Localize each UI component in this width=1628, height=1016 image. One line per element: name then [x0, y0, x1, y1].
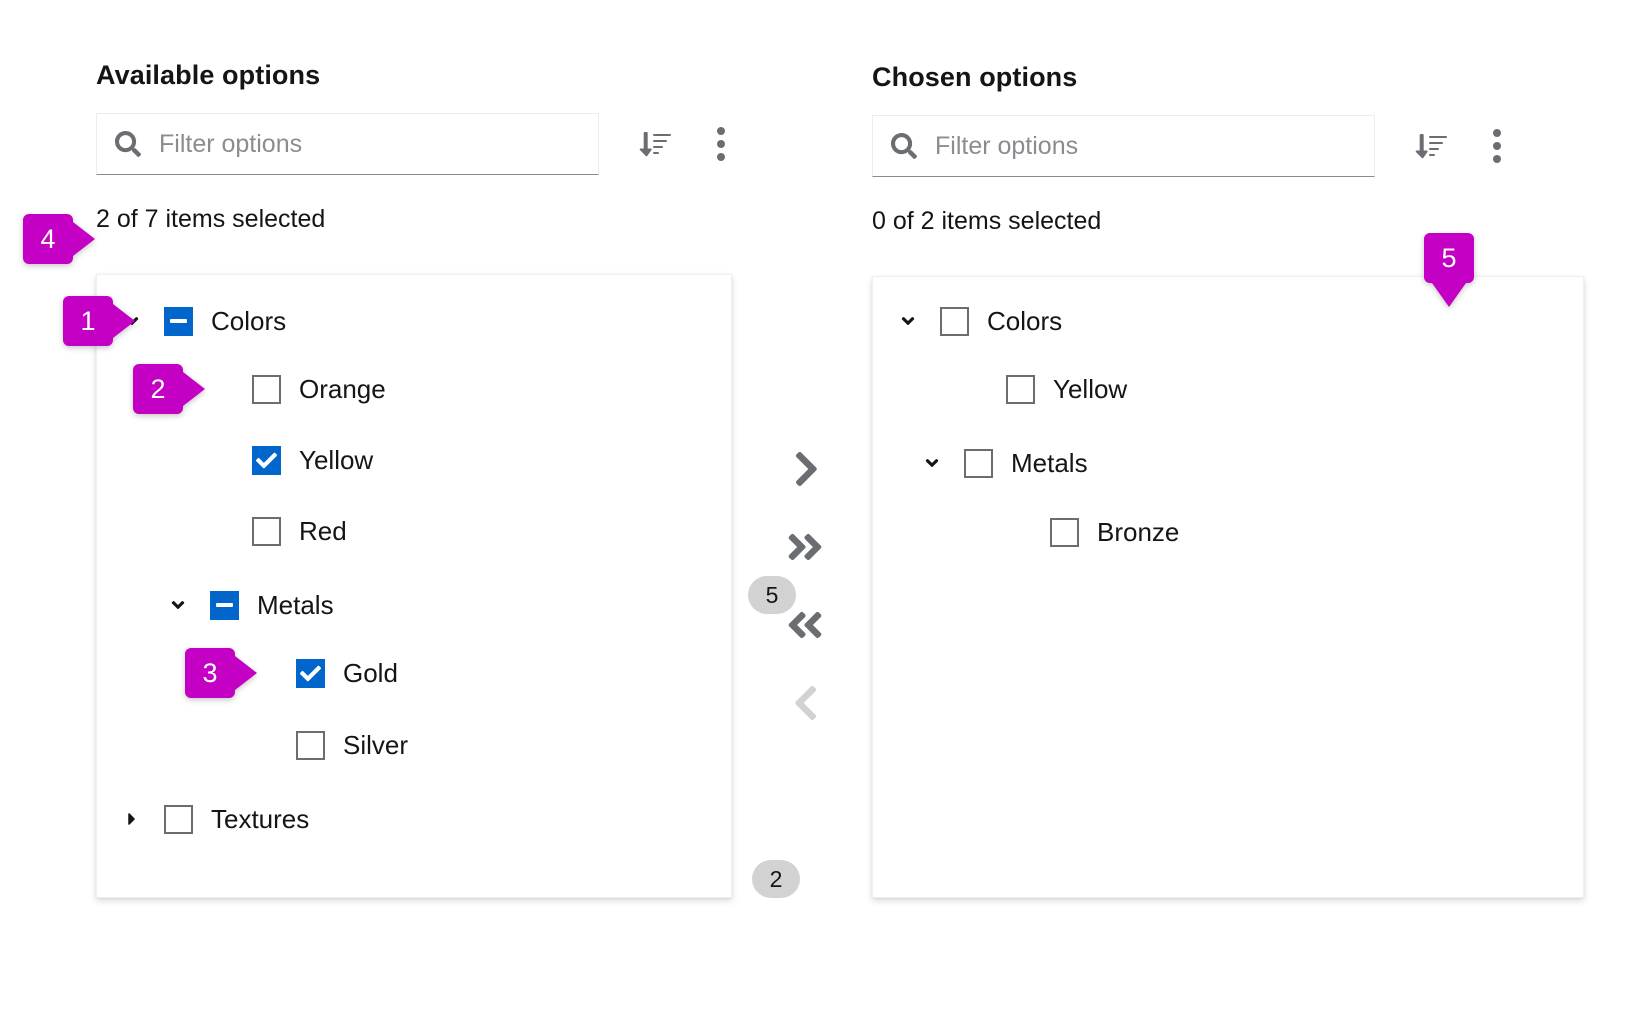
- annotation-callout-1: 1: [63, 296, 113, 346]
- checkbox-metals[interactable]: [210, 591, 239, 620]
- chevron-down-icon[interactable]: [919, 450, 945, 476]
- count-badge-metals: 2: [752, 860, 800, 898]
- chosen-sort-button[interactable]: [1409, 124, 1453, 168]
- checkbox-silver[interactable]: [296, 731, 325, 760]
- chosen-kebab-button[interactable]: [1482, 124, 1512, 168]
- tree-label: Bronze: [1097, 517, 1179, 548]
- available-tree: Colors 5 Orange Yellow Red: [96, 274, 732, 898]
- available-kebab-button[interactable]: [706, 122, 736, 166]
- tree-label: Colors: [211, 306, 286, 337]
- tree-item-chosen-metals[interactable]: Metals: [873, 440, 1583, 486]
- angle-double-left-icon: [783, 604, 827, 646]
- search-icon: [891, 133, 917, 159]
- remove-all-button[interactable]: [770, 586, 840, 664]
- transfer-controls: [770, 430, 840, 742]
- tree-label: Red: [299, 516, 347, 547]
- sort-amount-down-icon: [639, 128, 671, 160]
- tree-item-red[interactable]: Red: [97, 508, 731, 554]
- tree-item-metals[interactable]: Metals: [97, 582, 731, 628]
- checkbox-chosen-bronze[interactable]: [1050, 518, 1079, 547]
- chosen-filter-input[interactable]: [933, 116, 1362, 176]
- chosen-tree: Colors 2 Yellow Metals: [872, 276, 1584, 898]
- tree-label: Metals: [1011, 448, 1088, 479]
- kebab-vertical-icon: [717, 125, 725, 164]
- tree-label: Yellow: [1053, 374, 1127, 405]
- chosen-toolbar: [872, 115, 1512, 177]
- available-toolbar: [96, 113, 736, 175]
- tree-label: Yellow: [299, 445, 373, 476]
- chosen-filter-box[interactable]: [872, 115, 1375, 177]
- sort-amount-down-icon: [1415, 130, 1447, 162]
- chosen-status-text: 0 of 2 items selected: [872, 207, 1512, 236]
- tree-item-colors[interactable]: Colors: [97, 298, 731, 344]
- tree-label: Orange: [299, 374, 386, 405]
- tree-label: Silver: [343, 730, 408, 761]
- checkbox-textures[interactable]: [164, 805, 193, 834]
- tree-item-yellow[interactable]: Yellow: [97, 437, 731, 483]
- annotation-callout-2: 2: [133, 364, 183, 414]
- checkbox-orange[interactable]: [252, 375, 281, 404]
- checkbox-gold[interactable]: [296, 659, 325, 688]
- chevron-down-icon[interactable]: [165, 592, 191, 618]
- checkbox-yellow[interactable]: [252, 446, 281, 475]
- tree-label: Gold: [343, 658, 398, 689]
- checkbox-colors[interactable]: [164, 307, 193, 336]
- tree-label: Colors: [987, 306, 1062, 337]
- available-filter-input[interactable]: [157, 114, 586, 174]
- available-panel-title: Available options: [96, 60, 736, 91]
- chevron-down-icon[interactable]: [895, 308, 921, 334]
- tree-label: Metals: [257, 590, 334, 621]
- available-filter-box[interactable]: [96, 113, 599, 175]
- dual-list-selector: Available options 2 of 7 items se: [0, 0, 1628, 1016]
- search-icon: [115, 131, 141, 157]
- checkbox-red[interactable]: [252, 517, 281, 546]
- available-options-panel: Available options 2 of 7 items se: [96, 60, 736, 234]
- tree-item-silver[interactable]: Silver: [97, 722, 731, 768]
- chosen-options-panel: Chosen options 0 of 2 items selec: [872, 62, 1512, 236]
- kebab-vertical-icon: [1493, 127, 1501, 166]
- checkbox-chosen-yellow[interactable]: [1006, 375, 1035, 404]
- remove-selected-button[interactable]: [770, 664, 840, 742]
- tree-item-chosen-colors[interactable]: Colors: [873, 298, 1583, 344]
- tree-item-chosen-yellow[interactable]: Yellow: [873, 366, 1583, 412]
- tree-label: Textures: [211, 804, 309, 835]
- tree-item-textures[interactable]: Textures: [97, 796, 731, 842]
- annotation-callout-5: 5: [1424, 233, 1474, 283]
- chosen-panel-title: Chosen options: [872, 62, 1512, 93]
- checkbox-chosen-metals[interactable]: [964, 449, 993, 478]
- available-sort-button[interactable]: [633, 122, 677, 166]
- checkbox-chosen-colors[interactable]: [940, 307, 969, 336]
- annotation-callout-4: 4: [23, 214, 73, 264]
- add-selected-button[interactable]: [770, 430, 840, 508]
- tree-item-chosen-bronze[interactable]: Bronze: [873, 509, 1583, 555]
- angle-left-icon: [790, 682, 820, 724]
- annotation-callout-3: 3: [185, 648, 235, 698]
- add-all-button[interactable]: [770, 508, 840, 586]
- angle-double-right-icon: [783, 526, 827, 568]
- angle-right-icon: [790, 448, 820, 490]
- chevron-right-icon[interactable]: [119, 806, 145, 832]
- available-status-text: 2 of 7 items selected: [96, 205, 736, 234]
